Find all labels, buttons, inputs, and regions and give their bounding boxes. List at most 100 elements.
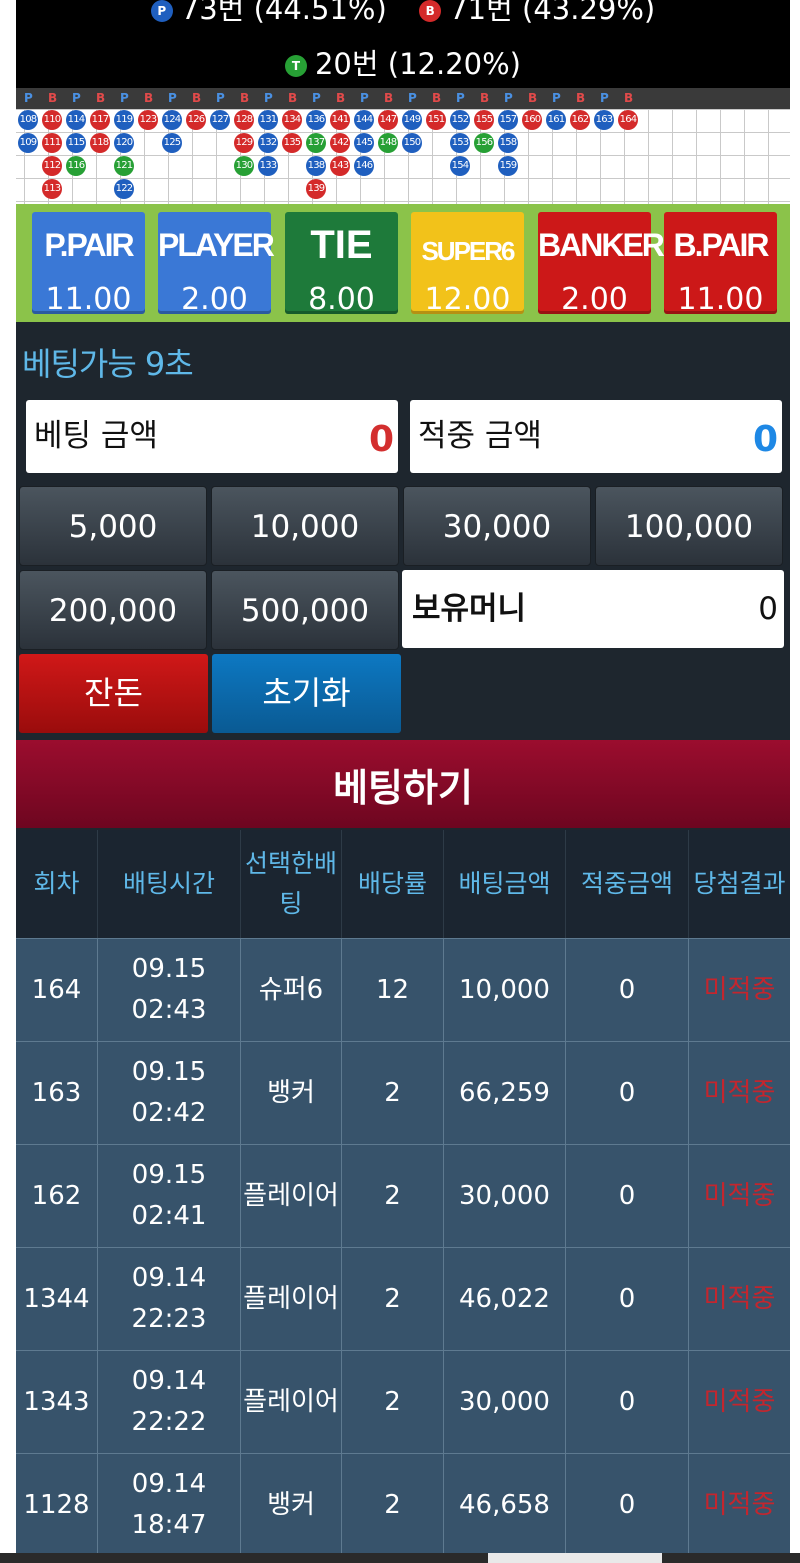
road-result-bead: 152 (450, 110, 470, 130)
chip-100000-button[interactable]: 100,000 (595, 486, 783, 566)
road-result-bead: 112 (42, 156, 62, 176)
bet-name: PLAYER (158, 227, 275, 263)
road-result-bead: 146 (354, 156, 374, 176)
road-header-label: P (72, 91, 81, 105)
home-indicator[interactable] (488, 1553, 662, 1563)
reset-button[interactable]: 초기화 (212, 654, 401, 733)
chip-5000-button[interactable]: 5,000 (19, 486, 207, 566)
table-header: 회차 배팅시간 선택한배팅 배당률 배팅금액 적중금액 당첨결과 (16, 830, 790, 938)
cell-date: 09.14 (131, 1469, 207, 1499)
road-header-label: B (192, 91, 202, 105)
bet-odds: 11.00 (45, 282, 132, 317)
bet-amount-box: 베팅 금액 0 (26, 400, 398, 473)
road-result-bead: 137 (306, 133, 326, 153)
bead-road-grid: BPBPBPBPBPBPBPBPBPBPBPBPBPB 106107108109… (16, 88, 790, 204)
cell-clock: 18:47 (131, 1510, 207, 1540)
road-result-bead: 118 (90, 133, 110, 153)
road-header-label: P (312, 91, 321, 105)
cell-amount: 10,000 (444, 939, 566, 1041)
road-header-label: B (480, 91, 490, 105)
cell-win: 0 (566, 1351, 689, 1453)
table-row: 164 09.15 02:43 슈퍼6 12 10,000 0 미적중 (16, 938, 790, 1041)
cell-win: 0 (566, 1042, 689, 1144)
change-button[interactable]: 잔돈 (19, 654, 208, 733)
bead-road-header: BPBPBPBPBPBPBPBPBPBPBPBPBPB (16, 88, 790, 109)
road-header-label: B (384, 91, 394, 105)
road-result-bead: 154 (450, 156, 470, 176)
road-header-label: B (96, 91, 106, 105)
chip-500000-button[interactable]: 500,000 (211, 570, 399, 650)
bet-odds: 2.00 (561, 282, 628, 317)
road-result-bead: 126 (186, 110, 206, 130)
cell-pick: 플레이어 (241, 1145, 342, 1247)
cell-amount: 30,000 (444, 1351, 566, 1453)
header-selected-bet: 선택한배팅 (241, 830, 342, 938)
road-result-bead: 117 (90, 110, 110, 130)
road-result-bead: 138 (306, 156, 326, 176)
cell-win: 0 (566, 939, 689, 1041)
cell-result: 미적중 (703, 1489, 776, 1520)
road-header-label: P (24, 91, 33, 105)
road-result-bead: 163 (594, 110, 614, 130)
cell-amount: 46,022 (444, 1248, 566, 1350)
tie-bet-button[interactable]: TIE 8.00 (285, 212, 398, 316)
road-result-bead: 132 (258, 133, 278, 153)
cell-round: 1128 (16, 1454, 98, 1556)
super6-bet-button[interactable]: SUPER6 12.00 (411, 212, 524, 317)
header-bet-amount: 배팅금액 (444, 830, 566, 938)
tie-marker-icon: T (284, 55, 307, 77)
road-result-bead: 134 (282, 110, 302, 130)
road-result-bead: 115 (66, 133, 86, 153)
road-result-bead: 143 (330, 156, 350, 176)
chip-200000-button[interactable]: 200,000 (19, 570, 207, 650)
cell-rate: 2 (342, 1145, 444, 1247)
road-result-bead: 120 (114, 133, 134, 153)
cell-result: 미적중 (703, 1283, 776, 1314)
cell-pick: 슈퍼6 (241, 939, 342, 1041)
chip-10000-button[interactable]: 10,000 (211, 486, 399, 566)
cell-round: 1344 (16, 1248, 98, 1350)
road-header-label: B (432, 91, 442, 105)
header-round: 회차 (16, 830, 98, 938)
road-header-label: P (120, 91, 129, 105)
road-result-bead: 127 (210, 110, 230, 130)
cell-win: 0 (566, 1454, 689, 1556)
road-header-label: P (264, 91, 273, 105)
player-pair-bet-button[interactable]: P.PAIR 11.00 (32, 212, 145, 317)
balance-box: 보유머니 0 (402, 570, 784, 648)
banker-bet-button[interactable]: BANKER 2.00 (538, 212, 665, 317)
betting-countdown: 베팅가능 9초 (22, 345, 194, 383)
table-row: 1343 09.14 22:22 플레이어 2 30,000 0 미적중 (16, 1350, 790, 1453)
hit-amount-value: 0 (752, 419, 778, 460)
banker-pair-bet-button[interactable]: B.PAIR 11.00 (664, 212, 777, 316)
road-result-bead: 125 (162, 133, 182, 153)
road-result-bead: 142 (330, 133, 350, 153)
balance-value: 0 (758, 591, 778, 627)
road-result-bead: 162 (570, 110, 590, 130)
road-header-label: B (576, 91, 586, 105)
cell-time: 09.15 02:43 (98, 939, 241, 1041)
bet-name: BANKER (538, 227, 665, 263)
bet-odds: 12.00 (424, 282, 511, 317)
cell-clock: 02:41 (131, 1201, 207, 1231)
player-bet-button[interactable]: PLAYER 2.00 (158, 212, 275, 316)
table-row: 162 09.15 02:41 플레이어 2 30,000 0 미적중 (16, 1144, 790, 1247)
table-row: 163 09.15 02:42 뱅커 2 66,259 0 미적중 (16, 1041, 790, 1144)
road-result-bead: 153 (450, 133, 470, 153)
road-result-bead: 157 (498, 110, 518, 130)
bet-amount-value: 0 (368, 419, 394, 460)
road-result-bead: 113 (42, 179, 62, 199)
road-header-label: P (456, 91, 465, 105)
road-result-bead: 136 (306, 110, 326, 130)
chip-30000-button[interactable]: 30,000 (403, 486, 591, 566)
cell-time: 09.14 22:22 (98, 1351, 241, 1453)
place-bet-button[interactable]: 베팅하기 (16, 740, 790, 828)
cell-time: 09.15 02:42 (98, 1042, 241, 1144)
road-result-bead: 155 (474, 110, 494, 130)
road-result-bead: 159 (498, 156, 518, 176)
road-result-bead: 129 (234, 133, 254, 153)
road-result-bead: 108 (18, 110, 38, 130)
road-header-label: B (48, 91, 58, 105)
road-header-label: B (288, 91, 298, 105)
banker-count: 71번 (43.29%) (449, 0, 656, 26)
